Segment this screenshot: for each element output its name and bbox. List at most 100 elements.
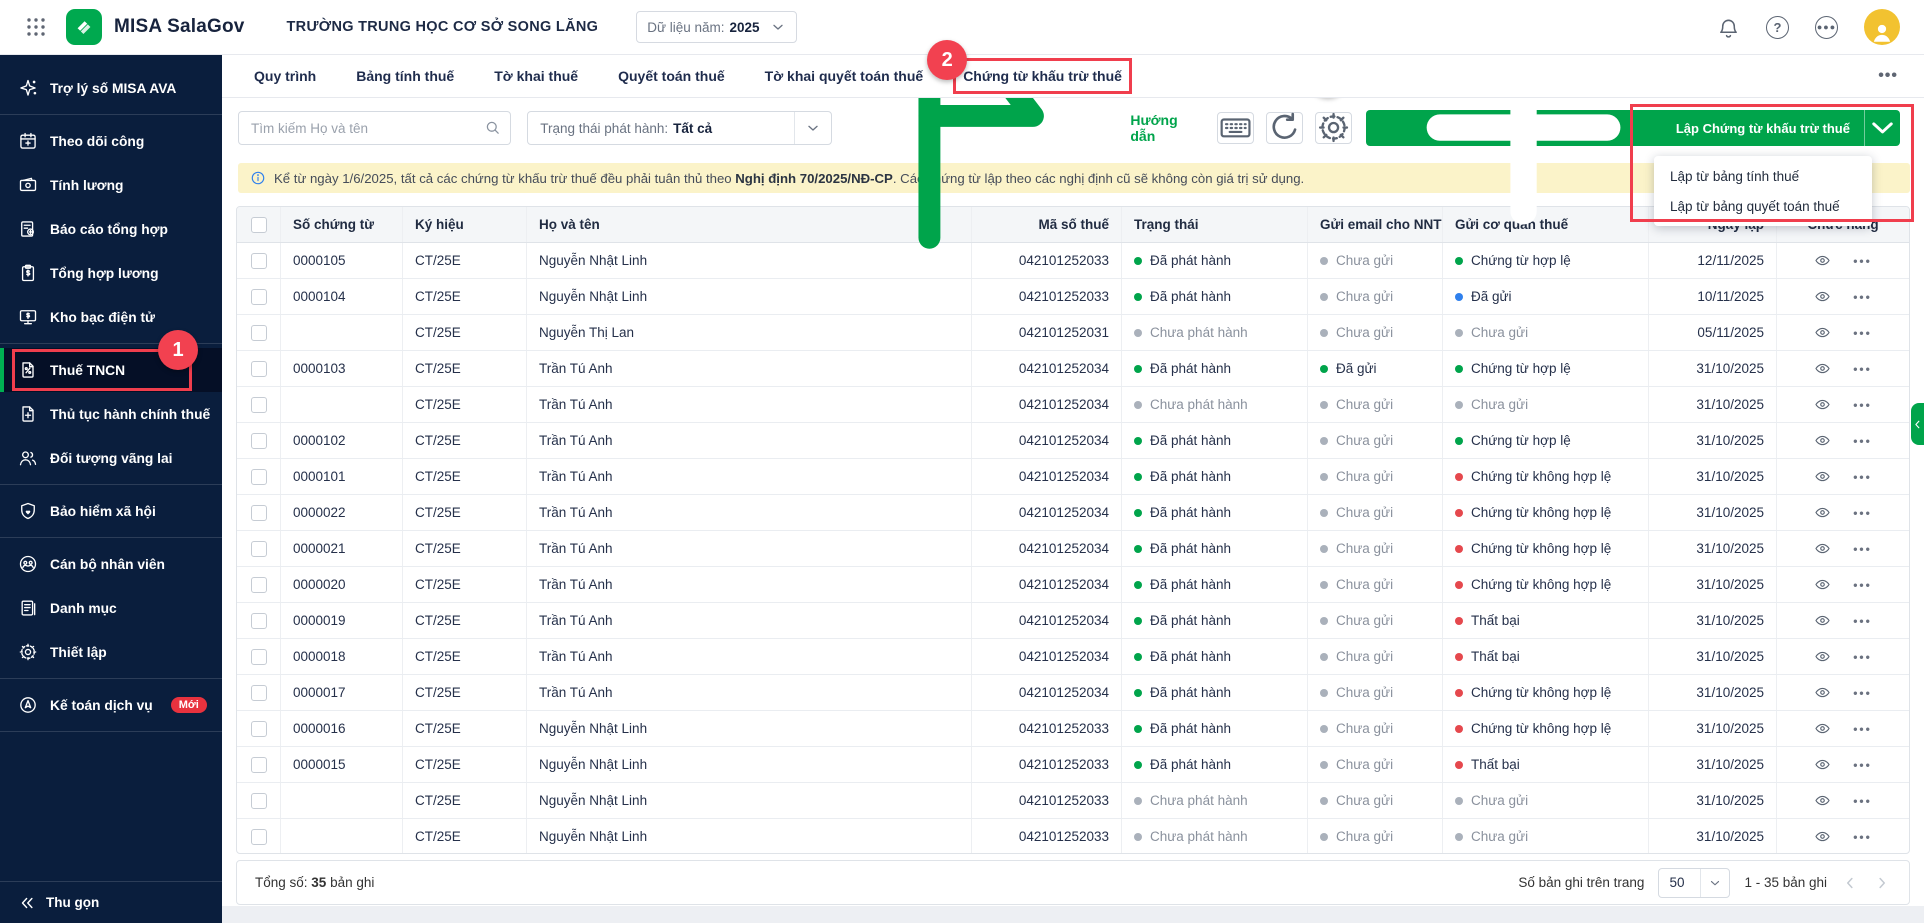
tab-6[interactable]: Chứng từ khấu trừ thuế2 — [963, 68, 1122, 84]
row-menu-icon[interactable]: ••• — [1853, 650, 1872, 664]
per-page-label: Số bản ghi trên trang — [1518, 875, 1644, 890]
row-checkbox[interactable] — [251, 793, 267, 809]
refresh-button[interactable] — [1266, 112, 1303, 144]
row-menu-icon[interactable]: ••• — [1853, 398, 1872, 412]
view-icon[interactable] — [1814, 684, 1831, 701]
status-dot-gray — [1320, 617, 1328, 625]
view-icon[interactable] — [1814, 360, 1831, 377]
view-icon[interactable] — [1814, 648, 1831, 665]
row-checkbox[interactable] — [251, 685, 267, 701]
dropdown-menu-item[interactable]: Lập từ bảng tính thuế — [1654, 161, 1872, 191]
row-checkbox[interactable] — [251, 433, 267, 449]
view-icon[interactable] — [1814, 576, 1831, 593]
row-checkbox[interactable] — [251, 469, 267, 485]
row-checkbox[interactable] — [251, 541, 267, 557]
tab-4[interactable]: Quyết toán thuế — [618, 68, 725, 84]
row-menu-icon[interactable]: ••• — [1853, 830, 1872, 844]
settings-button[interactable] — [1315, 112, 1352, 144]
sidebar-item-kho-bac-dien-tu[interactable]: Kho bạc điện tử — [0, 295, 222, 339]
row-checkbox[interactable] — [251, 721, 267, 737]
view-icon[interactable] — [1814, 324, 1831, 341]
sidebar-item-doi-tuong-vang-lai[interactable]: Đối tượng vãng lai — [0, 436, 222, 480]
row-checkbox[interactable] — [251, 325, 267, 341]
row-checkbox[interactable] — [251, 649, 267, 665]
create-voucher-button[interactable]: Lập Chứng từ khấu trừ thuế — [1366, 110, 1864, 146]
row-checkbox[interactable] — [251, 505, 267, 521]
sidebar-collapse-button[interactable]: Thu gọn — [0, 881, 222, 923]
sidebar-item-thu-tuc-hanh-chinh-thue[interactable]: Thủ tục hành chính thuế — [0, 392, 222, 436]
status-filter-select[interactable]: Trạng thái phát hành: Tất cả — [527, 111, 832, 145]
view-icon[interactable] — [1814, 540, 1831, 557]
help-icon[interactable]: ? — [1766, 16, 1789, 39]
sidebar-item-thiet-lap[interactable]: Thiết lập — [0, 630, 222, 674]
row-checkbox[interactable] — [251, 757, 267, 773]
sidebar-item-ke-toan-dich-vu[interactable]: Kế toán dịch vụMới — [0, 683, 222, 727]
view-icon[interactable] — [1814, 288, 1831, 305]
row-menu-icon[interactable]: ••• — [1853, 794, 1872, 808]
row-checkbox[interactable] — [251, 361, 267, 377]
panel-collapse-handle[interactable] — [1911, 403, 1924, 445]
row-menu-icon[interactable]: ••• — [1853, 578, 1872, 592]
previous-page-icon[interactable] — [1841, 874, 1859, 892]
sidebar: Trợ lý số MISA AVA Theo dõi côngTính lươn… — [0, 55, 222, 923]
sidebar-item-can-bo-nhan-vien[interactable]: Cán bộ nhân viên — [0, 542, 222, 586]
row-checkbox[interactable] — [251, 613, 267, 629]
user-avatar[interactable] — [1864, 9, 1900, 45]
view-icon[interactable] — [1814, 612, 1831, 629]
per-page-select[interactable]: 50 — [1658, 868, 1730, 898]
notifications-bell-icon[interactable] — [1717, 16, 1740, 39]
row-checkbox[interactable] — [251, 289, 267, 305]
row-menu-icon[interactable]: ••• — [1853, 758, 1872, 772]
row-checkbox[interactable] — [251, 577, 267, 593]
view-icon[interactable] — [1814, 432, 1831, 449]
row-select-cell — [237, 711, 281, 746]
next-page-icon[interactable] — [1873, 874, 1891, 892]
sidebar-item-thue-tncn[interactable]: Thuế TNCN1 — [0, 348, 222, 392]
row-checkbox[interactable] — [251, 397, 267, 413]
tabs-overflow-icon[interactable]: ••• — [1878, 67, 1898, 85]
tab-5[interactable]: Tờ khai quyết toán thuế — [765, 68, 924, 84]
row-menu-icon[interactable]: ••• — [1853, 290, 1872, 304]
row-menu-icon[interactable]: ••• — [1853, 470, 1872, 484]
row-menu-icon[interactable]: ••• — [1853, 506, 1872, 520]
dropdown-menu-item[interactable]: Lập từ bảng quyết toán thuế — [1654, 191, 1872, 221]
collapse-double-chevron-icon — [18, 894, 36, 912]
sidebar-item-tinh-luong[interactable]: Tính lương — [0, 163, 222, 207]
view-icon[interactable] — [1814, 720, 1831, 737]
tab-2[interactable]: Bảng tính thuế — [356, 68, 454, 84]
sidebar-item-danh-muc[interactable]: Danh mục — [0, 586, 222, 630]
sidebar-item-tong-hop-luong[interactable]: Tổng hợp lương — [0, 251, 222, 295]
view-icon[interactable] — [1814, 396, 1831, 413]
row-menu-icon[interactable]: ••• — [1853, 362, 1872, 376]
sidebar-item-bao-hiem-xa-hoi[interactable]: Bảo hiểm xã hội — [0, 489, 222, 533]
status-cell: Chứng từ hợp lệ — [1443, 351, 1649, 386]
tab-1[interactable]: Quy trình — [254, 68, 316, 84]
view-icon[interactable] — [1814, 828, 1831, 845]
sidebar-item-tro-ly-so-misa-ava[interactable]: Trợ lý số MISA AVA — [0, 66, 222, 110]
row-menu-icon[interactable]: ••• — [1853, 542, 1872, 556]
monitor-icon — [18, 307, 38, 327]
app-grid-icon[interactable] — [24, 15, 48, 39]
row-menu-icon[interactable]: ••• — [1853, 686, 1872, 700]
select-all-checkbox[interactable] — [251, 217, 267, 233]
view-icon[interactable] — [1814, 756, 1831, 773]
row-menu-icon[interactable]: ••• — [1853, 722, 1872, 736]
status-dot-red — [1455, 725, 1463, 733]
sidebar-item-bao-cao-tong-hop[interactable]: Báo cáo tổng hợp — [0, 207, 222, 251]
view-icon[interactable] — [1814, 468, 1831, 485]
more-options-icon[interactable]: ●●● — [1815, 16, 1838, 39]
data-year-select[interactable]: Dữ liệu năm: 2025 — [636, 11, 796, 43]
row-menu-icon[interactable]: ••• — [1853, 326, 1872, 340]
status-cell: Chứng từ không hợp lệ — [1443, 459, 1649, 494]
view-icon[interactable] — [1814, 504, 1831, 521]
view-icon[interactable] — [1814, 792, 1831, 809]
row-checkbox[interactable] — [251, 829, 267, 845]
create-voucher-dropdown-toggle[interactable] — [1864, 110, 1900, 146]
row-menu-icon[interactable]: ••• — [1853, 614, 1872, 628]
search-input[interactable] — [238, 111, 511, 145]
row-menu-icon[interactable]: ••• — [1853, 434, 1872, 448]
tab-3[interactable]: Tờ khai thuế — [494, 68, 578, 84]
sidebar-item-theo-doi-cong[interactable]: Theo dõi công — [0, 119, 222, 163]
keyboard-shortcuts-button[interactable] — [1217, 112, 1254, 144]
row-checkbox[interactable] — [251, 253, 267, 269]
